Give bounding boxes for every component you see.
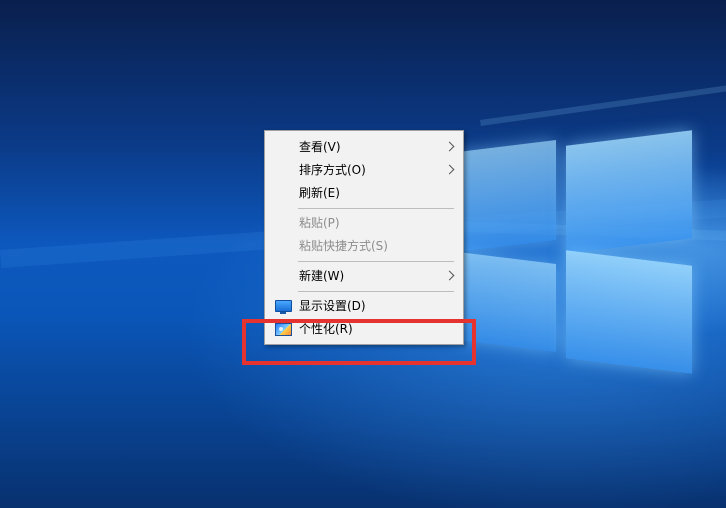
desktop-context-menu: 查看(V) 排序方式(O) 刷新(E) 粘贴(P) 粘贴快捷方式(S) 新建(W… xyxy=(264,130,464,345)
menu-item-label: 粘贴(P) xyxy=(299,216,340,230)
menu-item-label: 排序方式(O) xyxy=(299,163,366,177)
chevron-right-icon xyxy=(444,270,455,281)
menu-separator xyxy=(298,261,454,262)
menu-item-view[interactable]: 查看(V) xyxy=(265,136,463,158)
menu-item-paste: 粘贴(P) xyxy=(265,212,463,234)
windows-logo-pane xyxy=(566,250,692,374)
menu-item-new[interactable]: 新建(W) xyxy=(265,265,463,287)
windows-logo-pane xyxy=(458,139,556,253)
menu-item-refresh[interactable]: 刷新(E) xyxy=(265,182,463,204)
annotation-highlight-box xyxy=(242,319,476,365)
display-settings-icon xyxy=(275,300,292,314)
menu-item-label: 粘贴快捷方式(S) xyxy=(299,239,388,253)
menu-item-sort-by[interactable]: 排序方式(O) xyxy=(265,159,463,181)
chevron-right-icon xyxy=(444,164,455,175)
light-beam xyxy=(480,83,726,126)
menu-item-paste-shortcut: 粘贴快捷方式(S) xyxy=(265,235,463,257)
menu-item-display-settings[interactable]: 显示设置(D) xyxy=(265,295,463,317)
menu-item-label: 查看(V) xyxy=(299,140,341,154)
chevron-right-icon xyxy=(444,141,455,152)
menu-item-label: 刷新(E) xyxy=(299,186,340,200)
menu-item-label: 新建(W) xyxy=(299,269,345,283)
menu-separator xyxy=(298,291,454,292)
menu-item-label: 显示设置(D) xyxy=(299,299,366,313)
menu-separator xyxy=(298,208,454,209)
